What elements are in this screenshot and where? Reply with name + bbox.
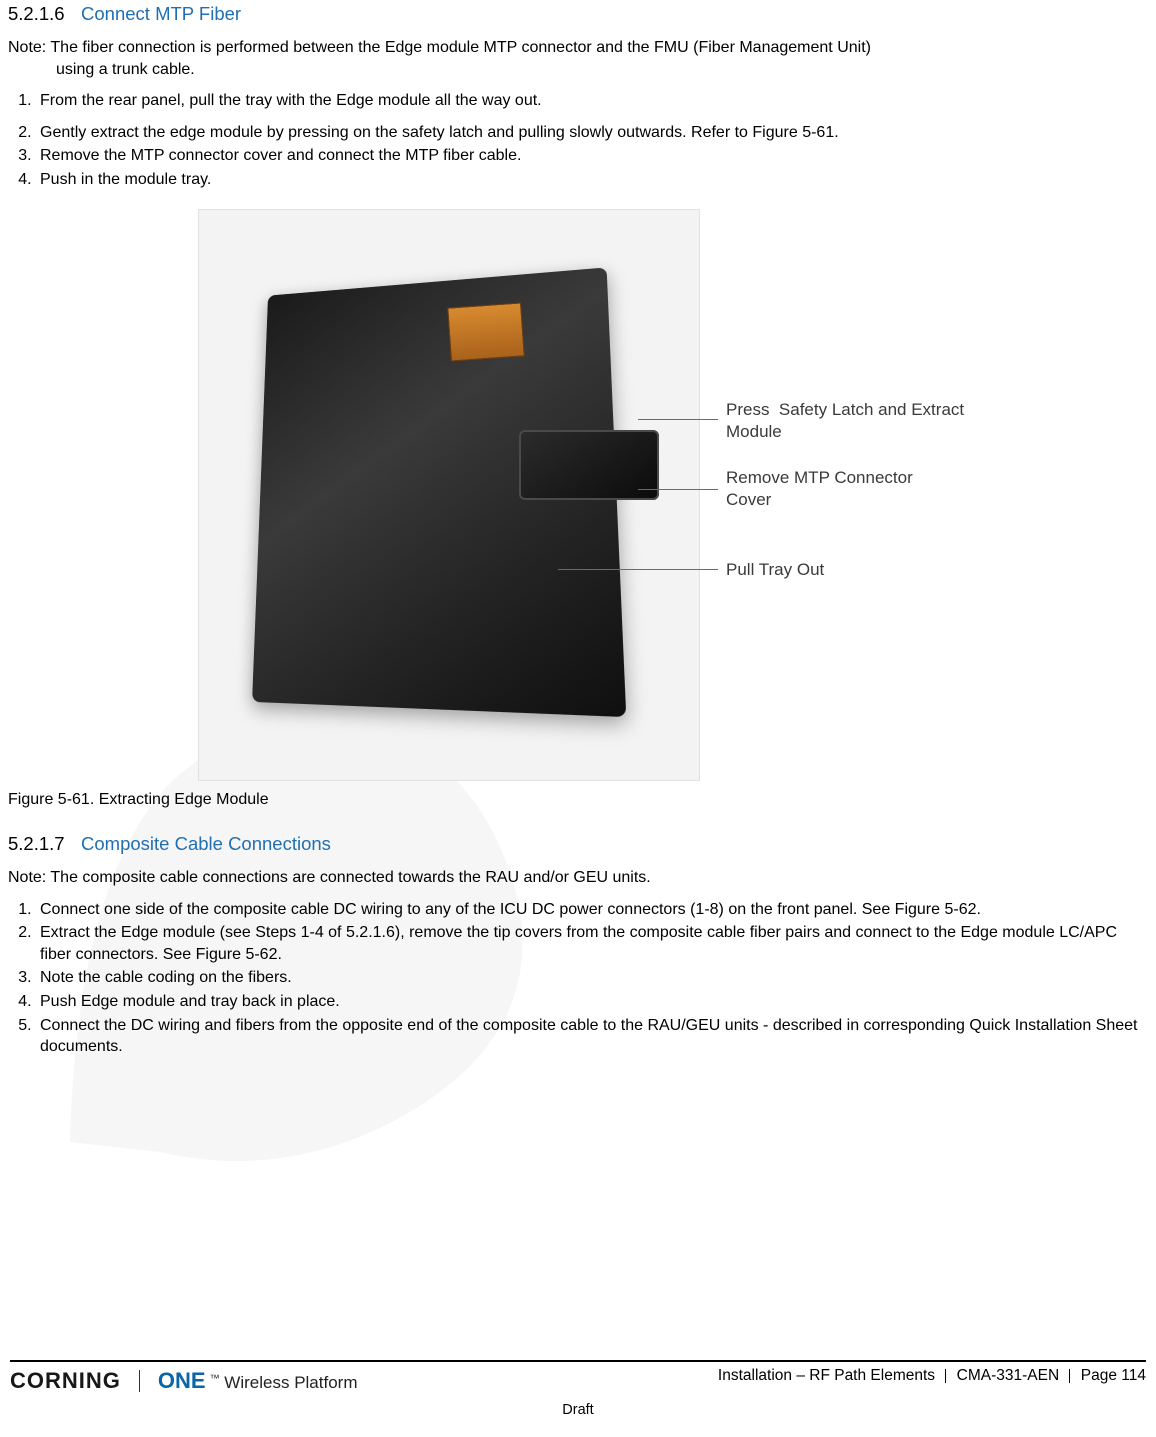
section-title: Connect MTP Fiber (81, 3, 241, 24)
figure-callout: Pull Tray Out (726, 559, 824, 582)
section-title: Composite Cable Connections (81, 833, 331, 854)
footer-right: Installation – RF Path Elements CMA-331-… (718, 1366, 1146, 1387)
figure-caption: Figure 5-61. Extracting Edge Module (8, 789, 1148, 811)
step-item: Push Edge module and tray back in place. (36, 991, 1148, 1013)
step-item: Connect one side of the composite cable … (36, 899, 1148, 921)
step-item: Note the cable coding on the fibers. (36, 967, 1148, 989)
note-text-continued: using a trunk cable. (56, 59, 1148, 81)
brand-sub-num: ONE (158, 1368, 206, 1393)
brand-sub-text: Wireless Platform (220, 1373, 358, 1392)
steps-list: Gently extract the edge module by pressi… (8, 122, 1148, 191)
step-item: Remove the MTP connector cover and conne… (36, 145, 1148, 167)
brand-divider (139, 1370, 140, 1392)
steps-list: From the rear panel, pull the tray with … (8, 90, 1148, 112)
step-item: Extract the Edge module (see Steps 1-4 o… (36, 922, 1148, 965)
brand-trademark: ™ (210, 1373, 220, 1384)
page-footer: CORNING ONE ™ Wireless Platform Installat… (0, 1360, 1156, 1421)
section-number: 5.2.1.6 (8, 3, 65, 24)
figure-photo (198, 209, 700, 781)
footer-section: Installation – RF Path Elements (718, 1367, 935, 1384)
brand-sub: ONE ™ Wireless Platform (158, 1366, 358, 1396)
note-text: The composite cable connections are conn… (46, 869, 650, 886)
brand-name: CORNING (10, 1366, 121, 1396)
figure-callout: Remove MTP Connector Cover (726, 467, 913, 513)
step-item: Gently extract the edge module by pressi… (36, 122, 1148, 144)
figure-edge-module: Press Safety Latch and Extract Module Re… (198, 209, 958, 779)
step-item: Connect the DC wiring and fibers from th… (36, 1015, 1148, 1058)
section-number: 5.2.1.7 (8, 833, 65, 854)
note-label: Note: (8, 39, 46, 56)
steps-list: Connect one side of the composite cable … (8, 899, 1148, 1058)
step-item: From the rear panel, pull the tray with … (36, 90, 1148, 112)
footer-docnum: CMA-331-AEN (957, 1367, 1060, 1384)
footer-draft: Draft (10, 1401, 1146, 1421)
footer-page: Page 114 (1081, 1367, 1146, 1384)
note-label: Note: (8, 869, 46, 886)
figure-callout: Press Safety Latch and Extract Module (726, 399, 964, 445)
step-item: Push in the module tray. (36, 169, 1148, 191)
note-text: The fiber connection is performed betwee… (46, 39, 871, 56)
brand-block: CORNING ONE ™ Wireless Platform (10, 1366, 358, 1396)
